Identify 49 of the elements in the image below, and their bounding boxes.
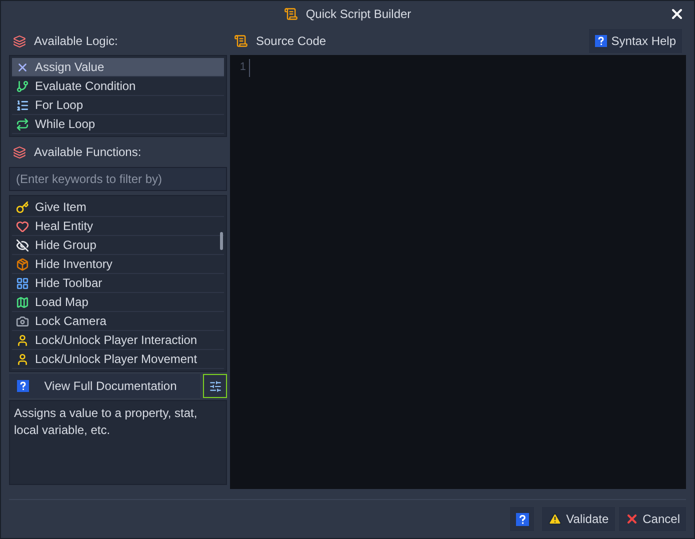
key-icon xyxy=(16,200,29,214)
help-icon xyxy=(17,380,29,392)
close-icon xyxy=(669,6,685,22)
branch-icon xyxy=(16,80,29,92)
sliders-icon xyxy=(208,380,222,392)
window-title: Quick Script Builder xyxy=(306,6,412,23)
list-item[interactable]: Evaluate Condition xyxy=(12,77,224,96)
documentation-button[interactable]: View Full Documentation xyxy=(9,374,200,398)
x-icon xyxy=(16,60,29,74)
settings-button[interactable] xyxy=(203,374,227,398)
filter-field[interactable]: (Enter keywords to filter by) xyxy=(9,167,227,191)
help-icon xyxy=(516,512,529,526)
list-icon xyxy=(16,98,29,112)
text-cursor xyxy=(249,59,250,77)
list-item[interactable]: For Loop xyxy=(12,96,224,115)
list-item[interactable]: While Loop xyxy=(12,115,224,134)
list-item[interactable]: Give Item xyxy=(12,198,224,217)
section-heading: Available Logic: xyxy=(34,33,118,50)
grid-icon xyxy=(16,276,29,290)
syntax-help-button[interactable]: Syntax Help xyxy=(589,29,682,53)
help-icon xyxy=(595,35,608,47)
description-text: Assigns a value to a property, stat, local variable, etc. xyxy=(14,405,198,439)
list-item[interactable]: Lock/Unlock Player Interaction xyxy=(12,331,224,350)
map-icon xyxy=(16,296,29,308)
section-heading: Available Functions: xyxy=(34,144,142,161)
repeat-icon xyxy=(16,118,29,130)
list-item[interactable]: Lock Camera xyxy=(12,312,224,331)
eye-off-icon xyxy=(16,238,29,252)
warning-icon xyxy=(548,512,562,526)
layers-icon xyxy=(13,146,26,158)
box-icon xyxy=(16,258,29,270)
section-heading: Source Code xyxy=(256,33,326,50)
close-icon xyxy=(624,512,639,526)
scrollbar-thumb[interactable] xyxy=(220,232,223,250)
list-item[interactable]: Lock/Unlock Player Movement xyxy=(12,350,224,369)
heart-icon xyxy=(16,220,29,232)
line-number: 1 xyxy=(240,60,246,75)
list-item[interactable]: Load Map xyxy=(12,293,224,312)
cancel-button[interactable]: Cancel xyxy=(618,507,686,531)
scroll-icon xyxy=(234,34,248,48)
scroll-icon xyxy=(284,7,298,21)
list-item[interactable]: Assign Value xyxy=(12,58,224,77)
help-button[interactable] xyxy=(510,507,534,531)
list-item[interactable]: Heal Entity xyxy=(12,217,224,236)
layers-icon xyxy=(13,34,26,48)
validate-button[interactable]: Validate xyxy=(542,507,615,531)
list-item[interactable]: Hide Toolbar xyxy=(12,274,224,293)
list-item[interactable]: Hide Inventory xyxy=(12,255,224,274)
camera-icon xyxy=(16,314,29,328)
